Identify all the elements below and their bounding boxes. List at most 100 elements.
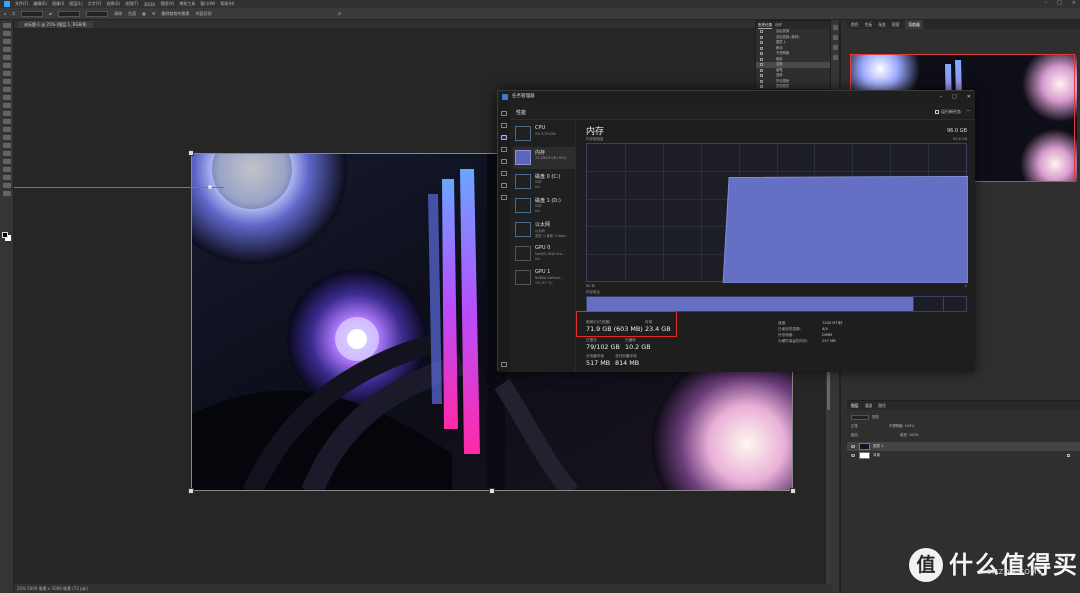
- eyedropper-tool-icon[interactable]: [3, 71, 11, 76]
- app-history-icon[interactable]: [501, 147, 507, 152]
- delete-cropped-checkbox[interactable]: 删除裁剪的像素: [162, 11, 190, 17]
- filter-kind-select[interactable]: [851, 414, 869, 420]
- startup-apps-icon[interactable]: [501, 159, 507, 164]
- frame-tool-icon[interactable]: [3, 63, 11, 68]
- pen-tool-icon[interactable]: [3, 143, 11, 148]
- resolution-field[interactable]: [86, 10, 109, 17]
- processes-icon[interactable]: [501, 123, 507, 128]
- sidebar-item-gpu-1[interactable]: GPU 1 NVIDIA GeForce... 1% (37 °C): [513, 267, 575, 289]
- menu-help[interactable]: 帮助(H): [220, 1, 234, 7]
- sidebar-item-memory[interactable]: 内存 72.4/95.8 GB (76%): [513, 147, 575, 169]
- overlay-grid-icon[interactable]: ▦: [142, 11, 146, 16]
- panel-icon[interactable]: [833, 45, 838, 50]
- type-tool-icon[interactable]: [3, 151, 11, 156]
- stamp-tool-icon[interactable]: [3, 95, 11, 100]
- opacity-value[interactable]: 100%: [905, 424, 915, 428]
- menu-file[interactable]: 文件(F): [15, 1, 28, 7]
- shape-tool-icon[interactable]: [3, 167, 11, 172]
- foreground-color-swatch[interactable]: [2, 232, 8, 238]
- eye-icon[interactable]: [851, 445, 855, 448]
- history-brush-icon[interactable]: [3, 103, 11, 108]
- crop-handle-bottom-middle[interactable]: [489, 488, 495, 494]
- move-tool-icon[interactable]: [3, 23, 11, 28]
- menu-3d[interactable]: 3D(D): [144, 2, 156, 7]
- tab-actions[interactable]: 动作: [775, 21, 782, 29]
- minimize-icon[interactable]: –: [1045, 0, 1048, 6]
- tab-layers[interactable]: 图层: [851, 401, 859, 410]
- width-field[interactable]: [20, 10, 43, 17]
- document-tab[interactable]: 未标题-1 @ 25% (图层 1, RGB/8): [18, 21, 93, 28]
- straighten-button[interactable]: 拉直: [128, 11, 136, 17]
- layer-filter[interactable]: 类型: [851, 414, 879, 420]
- blend-mode-select[interactable]: 正常: [851, 424, 858, 428]
- panel-icon[interactable]: [833, 55, 838, 60]
- eraser-tool-icon[interactable]: [3, 111, 11, 116]
- tab-gradients[interactable]: 渐变: [878, 20, 886, 29]
- path-select-icon[interactable]: [3, 159, 11, 164]
- crop-tool-icon[interactable]: [3, 55, 11, 60]
- run-new-task-button[interactable]: 运行新任务: [935, 109, 961, 115]
- zoom-slider-knob[interactable]: [208, 185, 212, 189]
- services-icon[interactable]: [501, 195, 507, 200]
- menu-view[interactable]: 视图(V): [160, 1, 174, 7]
- settings-gear-icon[interactable]: [501, 362, 507, 367]
- content-aware-checkbox[interactable]: 内容识别: [196, 11, 212, 17]
- close-icon[interactable]: ✕: [1072, 0, 1076, 6]
- users-icon[interactable]: [501, 171, 507, 176]
- dodge-tool-icon[interactable]: [3, 135, 11, 140]
- hand-tool-icon[interactable]: [3, 175, 11, 180]
- crop-handle-bottom-right[interactable]: [790, 488, 796, 494]
- menu-type[interactable]: 文字(Y): [88, 1, 102, 7]
- tab-paths[interactable]: 路径: [878, 401, 886, 410]
- home-icon[interactable]: ⌂: [4, 11, 7, 16]
- lock-icon[interactable]: [1067, 454, 1070, 457]
- tab-swatches[interactable]: 色板: [865, 20, 873, 29]
- layer-row[interactable]: 背景: [847, 451, 1080, 460]
- more-options-icon[interactable]: ···: [966, 108, 971, 114]
- crop-handle-top-left[interactable]: [188, 150, 194, 156]
- healing-tool-icon[interactable]: [3, 79, 11, 84]
- lasso-tool-icon[interactable]: [3, 39, 11, 44]
- menu-filter[interactable]: 滤镜(T): [125, 1, 139, 7]
- maximize-icon[interactable]: □: [952, 91, 957, 103]
- more-tools-icon[interactable]: [3, 191, 11, 196]
- blur-tool-icon[interactable]: [3, 127, 11, 132]
- zoom-slider[interactable]: [14, 187, 224, 188]
- menu-window[interactable]: 窗口(W): [200, 1, 215, 7]
- crop-handle-bottom-left[interactable]: [188, 488, 194, 494]
- tab-color[interactable]: 颜色: [851, 20, 859, 29]
- sidebar-item-cpu[interactable]: CPU 2% 3.74 GHz: [513, 123, 575, 145]
- quick-select-tool-icon[interactable]: [3, 47, 11, 52]
- crop-tool-icon[interactable]: ⌗: [13, 11, 15, 16]
- panel-icon[interactable]: [833, 25, 838, 30]
- sidebar-item-disk-1[interactable]: 磁盘 1 (D:) SSD 0%: [513, 195, 575, 217]
- details-icon[interactable]: [501, 183, 507, 188]
- tab-navigator[interactable]: 导航器: [905, 20, 923, 29]
- close-icon[interactable]: ✕: [967, 91, 971, 103]
- sidebar-item-gpu-0[interactable]: GPU 0 Intel(R) UHD Gra... 0%: [513, 243, 575, 265]
- reset-icon[interactable]: ↺: [338, 11, 341, 16]
- menu-hamburger-icon[interactable]: [501, 111, 507, 116]
- panel-icon[interactable]: [833, 35, 838, 40]
- clear-button[interactable]: 清除: [114, 11, 122, 17]
- tab-history[interactable]: 历史记录: [758, 21, 772, 29]
- marquee-tool-icon[interactable]: [3, 31, 11, 36]
- sidebar-item-disk-0[interactable]: 磁盘 0 (C:) SSD 0%: [513, 171, 575, 193]
- tab-patterns[interactable]: 图案: [892, 20, 900, 29]
- menu-image[interactable]: 图像(I): [52, 1, 64, 7]
- eye-icon[interactable]: [851, 454, 855, 457]
- performance-icon[interactable]: [501, 135, 507, 140]
- sidebar-item-ethernet[interactable]: 以太网 以太网 发送: 0 接收: 0 Kbps: [513, 219, 575, 241]
- swap-icon[interactable]: ⇄: [49, 11, 52, 16]
- fill-value[interactable]: 100%: [909, 433, 919, 437]
- menu-select[interactable]: 选择(S): [106, 1, 120, 7]
- layer-row[interactable]: 图层 1: [847, 442, 1080, 451]
- settings-gear-icon[interactable]: ⚙: [152, 11, 156, 16]
- height-field[interactable]: [58, 10, 81, 17]
- history-item[interactable]: 复制图层: [756, 84, 830, 90]
- brush-tool-icon[interactable]: [3, 87, 11, 92]
- zoom-tool-icon[interactable]: [3, 183, 11, 188]
- tab-channels[interactable]: 通道: [865, 401, 873, 410]
- maximize-icon[interactable]: □: [1057, 0, 1062, 6]
- menu-edit[interactable]: 编辑(E): [33, 1, 47, 7]
